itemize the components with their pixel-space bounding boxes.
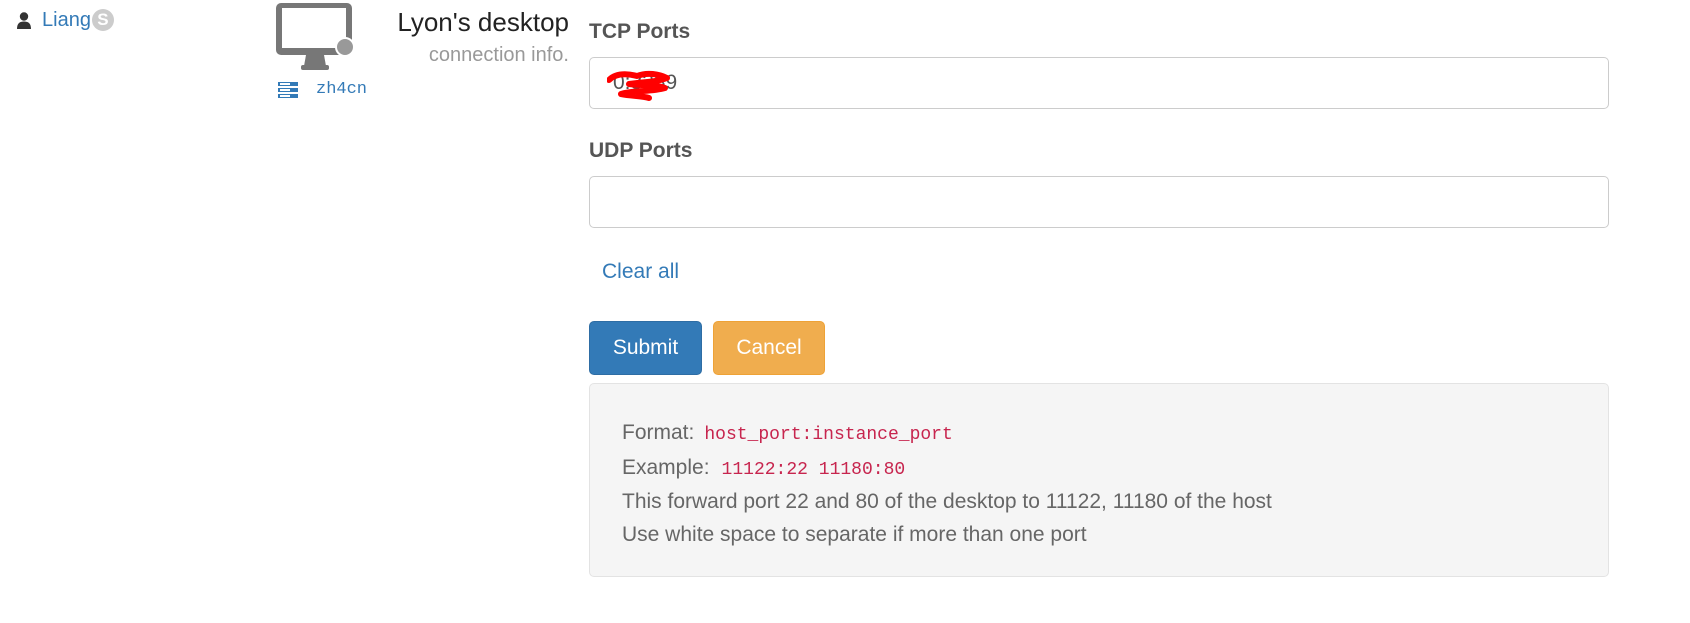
monitor-icon — [276, 3, 355, 70]
server-icon — [278, 81, 298, 98]
udp-ports-label: UDP Ports — [589, 139, 693, 162]
tcp-ports-label: TCP Ports — [589, 20, 691, 43]
server-info: zh4cn — [278, 80, 367, 99]
cancel-button[interactable]: Cancel — [713, 321, 825, 375]
help-example-line: Example: 11122:22 11180:80 — [622, 452, 1608, 487]
example-label: Example: — [622, 455, 710, 479]
udp-ports-input[interactable] — [589, 176, 1609, 228]
help-box: Format: host_port:instance_port Example: 1… — [589, 383, 1609, 577]
user-menu[interactable]: Liang S — [17, 9, 114, 31]
tcp-ports-input[interactable]: 0:3389 — [589, 57, 1609, 109]
server-name: zh4cn — [316, 80, 368, 99]
clear-all-link[interactable]: Clear all — [602, 260, 679, 284]
help-format-line: Format: host_port:instance_port — [622, 417, 1608, 452]
submit-button[interactable]: Submit — [589, 321, 702, 375]
user-name[interactable]: Liang — [42, 9, 91, 31]
desktop-subtitle: connection info. — [428, 44, 569, 66]
format-label: Format: — [622, 421, 695, 444]
help-line-3: This forward port 22 and 80 of the deskt… — [622, 490, 1272, 513]
user-badge: S — [91, 9, 114, 31]
format-code: host_port:instance_port — [704, 425, 953, 445]
user-icon — [17, 11, 31, 29]
help-line-4: Use white space to separate if more than… — [622, 522, 1087, 546]
desktop-title: Lyon's desktop — [397, 7, 569, 37]
example-code: 11122:22 11180:80 — [721, 459, 906, 480]
